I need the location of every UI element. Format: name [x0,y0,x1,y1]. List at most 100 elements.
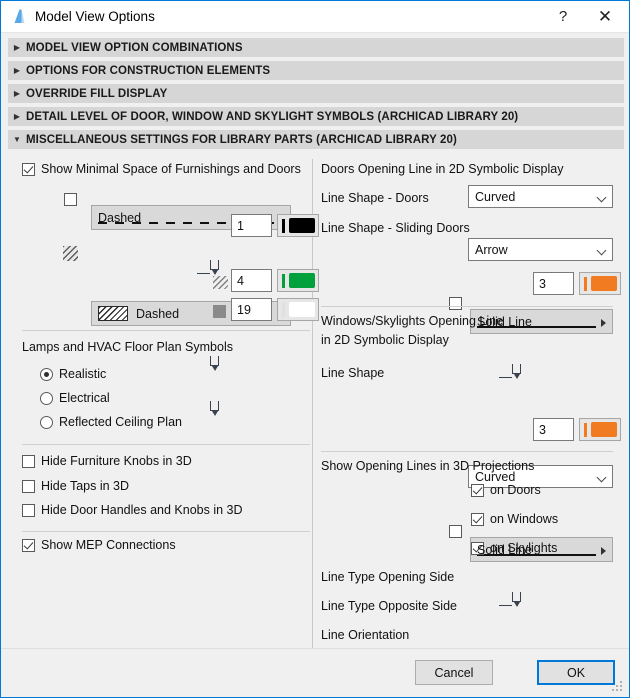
on-doors-checkbox[interactable] [471,484,484,497]
hide-door-handles-label: Hide Door Handles and Knobs in 3D [41,503,243,517]
fill-pattern-swatch [98,306,128,321]
fill-foreground-pen-value: 4 [237,273,244,288]
show-mep-connections-row[interactable]: Show MEP Connections [22,538,176,553]
pen-weight-icon [499,364,525,380]
hide-furniture-knobs-checkbox[interactable] [22,455,35,468]
chevron-right-icon: ▶ [13,66,21,75]
doors-line-pen-color-button[interactable] [579,272,621,295]
section-header-model-view-option-combinations[interactable]: ▶ MODEL VIEW OPTION COMBINATIONS [8,38,624,57]
line-type-opposite-side-label: Line Type Opposite Side [321,599,457,613]
fill-background-pen-field[interactable]: 19 [231,298,272,321]
left-divider-1 [22,330,310,331]
line-shape-sliding-doors-label: Line Shape - Sliding Doors [321,221,470,235]
window-title: Model View Options [35,9,155,24]
resize-grip[interactable] [612,681,624,693]
on-doors-label: on Doors [490,483,541,497]
line-orientation-label: Line Orientation [321,628,410,642]
chevron-down-icon [596,472,607,483]
doors-line-pen-weight-field[interactable]: 3 [533,272,574,295]
pen-color-chip [591,276,617,291]
left-divider-3 [22,531,310,532]
radio-realistic-button[interactable] [40,368,53,381]
on-doors-row[interactable]: on Doors [471,483,541,498]
chevron-down-icon [596,245,607,256]
settings-content: Show Minimal Space of Furnishings and Do… [1,151,629,651]
pen-color-chip [289,273,315,288]
right-divider-1 [321,306,613,307]
windows-line-type-enable-checkbox[interactable] [449,525,462,538]
fill-background-pen-icon [213,305,226,318]
cancel-button[interactable]: Cancel [415,660,493,685]
radio-electrical-button[interactable] [40,392,53,405]
fill-foreground-pen-icon [213,276,228,289]
section-header-options-for-construction-elements[interactable]: ▶ OPTIONS FOR CONSTRUCTION ELEMENTS [8,61,624,80]
fill-pattern-selector-value: Dashed [136,306,180,321]
left-divider-2 [22,444,310,445]
line-type-enable-checkbox[interactable] [64,193,77,206]
section-label: MODEL VIEW OPTION COMBINATIONS [26,41,243,54]
pen-color-chip [591,422,617,437]
line-shape-doors-value: Curved [475,189,516,204]
windows-line-pen-color-button[interactable] [579,418,621,441]
section-label: OPTIONS FOR CONSTRUCTION ELEMENTS [26,64,271,77]
doors-line-type-selector[interactable]: Solid Line [470,309,613,334]
doors-line-type-enable-checkbox[interactable] [449,297,462,310]
pen-color-chip [289,302,315,317]
line-pen-weight-value: 1 [237,218,244,233]
section-label: OVERRIDE FILL DISPLAY [26,87,168,100]
help-button[interactable]: ? [543,1,583,32]
fill-foreground-pen-field[interactable]: 4 [231,269,272,292]
chevron-right-icon: ▶ [13,43,21,52]
radio-reflected-ceiling-plan-button[interactable] [40,416,53,429]
popup-arrow-icon [601,547,606,555]
windows-line-pen-weight-value: 3 [539,422,546,437]
section-label: MISCELLANEOUS SETTINGS FOR LIBRARY PARTS… [26,133,457,146]
section-header-detail-level[interactable]: ▶ DETAIL LEVEL OF DOOR, WINDOW AND SKYLI… [8,107,624,126]
doors-line-pen-weight-value: 3 [539,276,546,291]
line-shape-sliding-doors-dropdown[interactable]: Arrow [468,238,613,261]
line-pen-weight-field[interactable]: 1 [231,214,272,237]
radio-realistic[interactable]: Realistic [40,367,106,382]
hide-taps-row[interactable]: Hide Taps in 3D [22,479,129,494]
line-shape-doors-dropdown[interactable]: Curved [468,185,613,208]
radio-realistic-label: Realistic [59,367,107,381]
hide-taps-checkbox[interactable] [22,480,35,493]
left-panel: Show Minimal Space of Furnishings and Do… [1,151,319,552]
hide-door-handles-row[interactable]: Hide Door Handles and Knobs in 3D [22,503,243,518]
chevron-down-icon: ▼ [13,135,21,144]
right-panel: Doors Opening Line in 2D Symbolic Displa… [313,151,629,642]
archicad-logo-icon [14,9,25,23]
show-mep-connections-label: Show MEP Connections [41,538,176,552]
show-minimal-space-checkbox-row[interactable]: Show Minimal Space of Furnishings and Do… [22,162,301,177]
radio-reflected-ceiling-plan[interactable]: Reflected Ceiling Plan [40,415,182,430]
section-header-override-fill-display[interactable]: ▶ OVERRIDE FILL DISPLAY [8,84,624,103]
line-type-selector-value: Dashed [98,210,142,225]
section-header-miscellaneous-settings[interactable]: ▼ MISCELLANEOUS SETTINGS FOR LIBRARY PAR… [8,130,624,149]
show-mep-connections-checkbox[interactable] [22,539,35,552]
lamps-group-label: Lamps and HVAC Floor Plan Symbols [22,340,233,354]
hide-door-handles-checkbox[interactable] [22,504,35,517]
ok-button[interactable]: OK [537,660,615,685]
doors-line-type-value: Solid Line [477,314,532,329]
chevron-right-icon: ▶ [13,89,21,98]
pen-weight-icon [499,592,525,608]
close-button[interactable]: ✕ [585,1,625,32]
title-bar: Model View Options ? ✕ [1,1,629,33]
hide-furniture-knobs-row[interactable]: Hide Furniture Knobs in 3D [22,454,192,469]
show-minimal-space-checkbox[interactable] [22,163,35,176]
windows-line-shape-label: Line Shape [321,366,385,380]
dialog-footer: Cancel OK [1,649,629,697]
3d-projections-group-label: Show Opening Lines in 3D Projections [321,459,535,473]
model-view-options-dialog: Model View Options ? ✕ ▶ MODEL VIEW OPTI… [0,0,630,698]
pen-weight-icon [197,260,223,276]
radio-reflected-ceiling-plan-label: Reflected Ceiling Plan [59,415,182,429]
radio-electrical[interactable]: Electrical [40,391,110,406]
section-label: DETAIL LEVEL OF DOOR, WINDOW AND SKYLIGH… [26,110,519,123]
windows-line-pen-weight-field[interactable]: 3 [533,418,574,441]
on-windows-row[interactable]: on Windows [471,512,558,527]
on-windows-checkbox[interactable] [471,513,484,526]
pen-color-bar [282,218,285,233]
popup-arrow-icon [601,319,606,327]
fill-pattern-icon [63,246,78,261]
chevron-down-icon [596,192,607,203]
